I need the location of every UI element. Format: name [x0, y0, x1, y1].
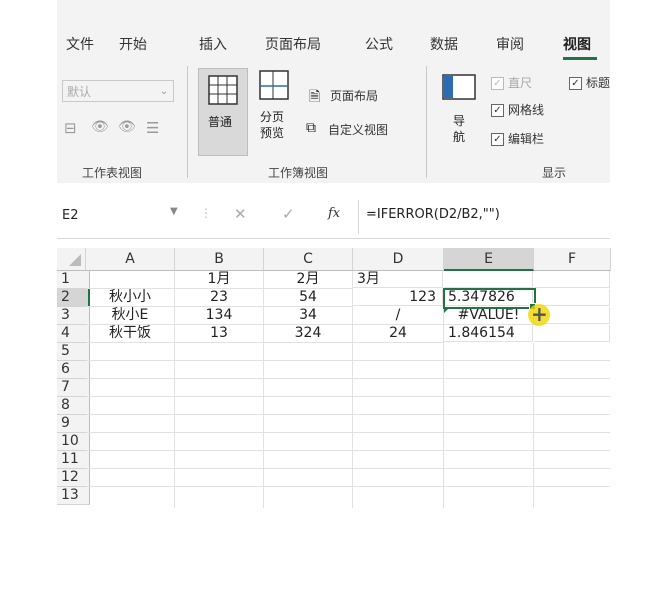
- page-break-label-line2: 预览: [260, 126, 285, 140]
- crosshair-cursor-icon: +: [531, 302, 548, 326]
- ruler-checkbox[interactable]: ✓ 直尺: [491, 74, 532, 91]
- select-all-corner[interactable]: [57, 248, 86, 271]
- navigation-label-line2: 航: [453, 130, 466, 144]
- active-tab-indicator: [563, 57, 597, 60]
- headings-checkbox[interactable]: ✓ 标题: [569, 74, 610, 91]
- exit-view-icon[interactable]: 👁: [91, 119, 109, 135]
- formula-bar-label: 编辑栏: [508, 132, 545, 146]
- corner-triangle-icon: [69, 254, 81, 266]
- keep-view-icon[interactable]: ⊟: [64, 119, 77, 137]
- spreadsheet-grid: A B C D E F 1 2 3 4 5 6 7 8 9 10 11 12 1…: [57, 248, 611, 588]
- group-label-show: 显示: [542, 166, 567, 180]
- tab-file[interactable]: 文件: [66, 34, 94, 54]
- group-divider: [187, 66, 188, 178]
- ruler-check-icon: ✓: [491, 77, 504, 90]
- page-break-icon: [259, 70, 289, 100]
- custom-view-button[interactable]: 自定义视图: [328, 121, 388, 138]
- new-view-icon[interactable]: 👁: [118, 119, 136, 135]
- chevron-down-icon: ⌄: [159, 86, 169, 97]
- empty-gridlines: [86, 343, 610, 508]
- gridlines-label: 网格线: [508, 103, 545, 117]
- navigation-button[interactable]: 导 航: [440, 74, 480, 152]
- normal-view-button[interactable]: 普通: [198, 68, 248, 156]
- enter-icon[interactable]: ✓: [282, 205, 295, 223]
- formula-input[interactable]: =IFERROR(D2/B2,""): [366, 207, 500, 222]
- cell-d3[interactable]: /: [353, 307, 444, 325]
- group-divider: [426, 66, 427, 178]
- name-box[interactable]: E2: [62, 208, 79, 223]
- column-header-c[interactable]: C: [264, 248, 353, 271]
- tab-formulas[interactable]: 公式: [365, 34, 393, 54]
- cell-e1[interactable]: [444, 271, 533, 288]
- ruler-label: 直尺: [508, 76, 533, 90]
- page-break-preview-button[interactable]: 分页 预览: [256, 70, 296, 150]
- group-label-sheet-view: 工作表视图: [82, 166, 143, 180]
- cell-c3[interactable]: 34: [264, 307, 353, 325]
- cancel-icon[interactable]: ✕: [234, 205, 247, 223]
- cell-a2[interactable]: 秋小小: [86, 289, 175, 307]
- cell-e4[interactable]: 1.846154: [444, 325, 533, 342]
- cell-c1[interactable]: 2月: [264, 271, 353, 289]
- normal-view-label: 普通: [208, 115, 233, 129]
- cell-a4[interactable]: 秋干饭: [86, 325, 175, 343]
- column-header-f[interactable]: F: [534, 248, 611, 271]
- tab-view[interactable]: 视图: [563, 34, 591, 54]
- normal-view-icon: [208, 75, 238, 105]
- cell-a1[interactable]: [86, 271, 175, 289]
- insert-function-icon[interactable]: fx: [328, 206, 340, 221]
- page-layout-view-button[interactable]: 页面布局: [330, 87, 378, 104]
- formula-divider: [358, 200, 359, 234]
- headings-check-icon: ✓: [569, 77, 582, 90]
- headings-label: 标题: [586, 76, 610, 90]
- more-icon: ⋮: [200, 206, 212, 220]
- tab-review[interactable]: 审阅: [496, 34, 524, 54]
- cell-b1[interactable]: 1月: [175, 271, 264, 289]
- column-header-b[interactable]: B: [175, 248, 264, 271]
- page-layout-icon: 🗎: [309, 89, 321, 105]
- formula-bar-check-icon: ✓: [491, 133, 504, 146]
- column-header-e[interactable]: E: [444, 248, 534, 271]
- tab-data[interactable]: 数据: [430, 34, 458, 54]
- tab-insert[interactable]: 插入: [199, 34, 227, 54]
- active-cell-selection: [443, 288, 536, 309]
- gridlines-checkbox[interactable]: ✓ 网格线: [491, 101, 544, 118]
- navigation-label-line1: 导: [453, 114, 466, 128]
- cell-f4[interactable]: [534, 325, 610, 342]
- column-header-a[interactable]: A: [86, 248, 175, 271]
- navigation-pane-icon: [442, 74, 476, 100]
- cell-d1[interactable]: 3月: [353, 271, 443, 288]
- name-box-dropdown-icon[interactable]: ▼: [170, 206, 178, 217]
- sheet-view-dropdown-value: 默认: [67, 85, 92, 99]
- options-icon[interactable]: ☰: [146, 119, 159, 137]
- cell-c4[interactable]: 324: [264, 325, 353, 343]
- formula-bar-checkbox[interactable]: ✓ 编辑栏: [491, 130, 544, 147]
- group-label-workbook-view: 工作簿视图: [268, 166, 329, 180]
- cell-f1[interactable]: [534, 271, 610, 288]
- cell-c2[interactable]: 54: [264, 289, 353, 307]
- cell-d2[interactable]: 123: [353, 289, 443, 306]
- cell-a3[interactable]: 秋小E: [86, 307, 175, 325]
- sheet-view-dropdown[interactable]: 默认 ⌄: [62, 80, 174, 102]
- column-header-d[interactable]: D: [353, 248, 444, 271]
- cell-b2[interactable]: 23: [175, 289, 264, 307]
- tab-home[interactable]: 开始: [119, 34, 147, 54]
- page-break-label-line1: 分页: [260, 110, 285, 124]
- custom-view-icon: ⧉: [306, 120, 316, 136]
- cell-b4[interactable]: 13: [175, 325, 264, 343]
- cell-e3[interactable]: #VALUE!: [444, 307, 534, 325]
- cell-b3[interactable]: 134: [175, 307, 264, 325]
- cell-d4[interactable]: 24: [353, 325, 444, 343]
- tab-page-layout[interactable]: 页面布局: [265, 34, 321, 54]
- gridlines-check-icon: ✓: [491, 104, 504, 117]
